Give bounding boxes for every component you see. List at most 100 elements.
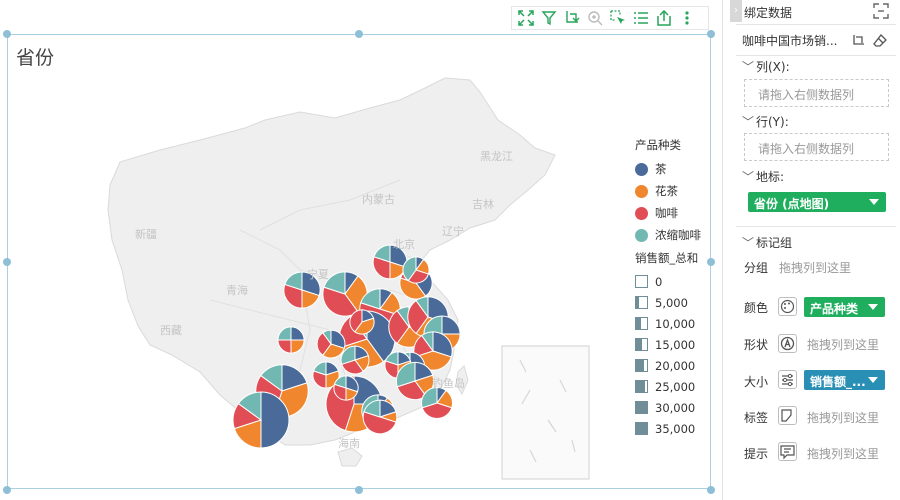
tip-label: 提示 — [744, 447, 769, 461]
swap-fields-icon[interactable] — [872, 2, 890, 20]
size-legend-item: 25,000 — [635, 376, 720, 397]
size-legend-list: 0 5,000 10,000 15,000 20,000 25,000 30,000 35,0… — [635, 271, 720, 439]
geo-field-pill[interactable]: 省份 (点地图) — [748, 192, 886, 212]
legend-item-tea[interactable]: 茶 — [635, 158, 720, 180]
legend-swatch — [635, 206, 648, 220]
legend-label: 咖啡 — [655, 206, 678, 220]
rows-drop-zone[interactable]: 请拖入右侧数据列 — [744, 133, 889, 161]
legend-swatch — [635, 228, 648, 242]
geo-field-label: 省份 (点地图) — [754, 197, 830, 211]
dataset-switch-icon[interactable] — [851, 33, 865, 47]
dashboard-editor: 黑龙江 内蒙古 吉林 新疆 辽宁 北京 宁夏 青海 西藏 钓鱼岛 海南 省份 产… — [0, 0, 900, 500]
size-legend-label: 0 — [655, 274, 663, 289]
size-legend-item: 35,000 — [635, 418, 720, 439]
panel-divider — [736, 24, 896, 25]
size-legend-label: 30,000 — [655, 400, 696, 415]
panel-title: 绑定数据 — [744, 6, 793, 20]
columns-section-header[interactable]: ﹀ 列(X): — [742, 58, 790, 75]
legend-swatch — [635, 162, 648, 176]
resize-handle-bottom-left[interactable] — [3, 486, 11, 494]
shape-drop-zone[interactable]: 拖拽列到这里 — [807, 336, 879, 353]
chevron-down-icon: ﹀ — [742, 115, 755, 129]
more-icon[interactable] — [677, 8, 697, 28]
geo-section-header[interactable]: ﹀ 地标: — [742, 168, 784, 185]
size-field-label: 销售额_... — [810, 375, 866, 389]
palette-icon[interactable] — [778, 297, 797, 316]
chart-canvas[interactable]: 黑龙江 内蒙古 吉林 新疆 辽宁 北京 宁夏 青海 西藏 钓鱼岛 海南 省份 产… — [0, 0, 722, 500]
color-legend-title: 产品种类 — [635, 138, 681, 152]
size-label: 大小 — [744, 375, 769, 389]
resize-handle-top[interactable] — [355, 30, 363, 38]
resize-handle-top-right[interactable] — [707, 30, 715, 38]
columns-label: 列(X): — [756, 60, 790, 74]
caret-down-icon[interactable] — [869, 199, 879, 205]
legend-label: 花茶 — [655, 184, 678, 198]
size-legend-item: 0 — [635, 271, 720, 292]
legend-label: 浓缩咖啡 — [655, 228, 701, 242]
group-label: 分组 — [744, 261, 769, 275]
legend-label: 茶 — [655, 162, 667, 176]
size-legend-label: 25,000 — [655, 379, 696, 394]
resize-handle-bottom-right[interactable] — [707, 486, 715, 494]
dataset-name[interactable]: 咖啡中国市场销... — [742, 32, 837, 49]
panel-divider — [736, 226, 896, 227]
tip-drop-zone[interactable]: 拖拽列到这里 — [807, 445, 879, 462]
chevron-down-icon: ﹀ — [742, 236, 755, 250]
size-legend-swatch — [635, 338, 648, 351]
chevron-down-icon: ﹀ — [742, 60, 755, 74]
eraser-icon[interactable] — [873, 33, 887, 47]
size-legend-swatch — [635, 296, 648, 309]
legend-item-flower-tea[interactable]: 花茶 — [635, 180, 720, 202]
select-icon[interactable] — [608, 8, 628, 28]
resize-handle-left[interactable] — [3, 258, 11, 266]
size-legend-swatch — [635, 275, 648, 288]
size-icon[interactable] — [778, 370, 797, 389]
panel-divider — [736, 55, 896, 56]
size-legend-item: 30,000 — [635, 397, 720, 418]
drill-icon[interactable] — [562, 8, 582, 28]
chart-title: 省份 — [16, 47, 55, 69]
caret-down-icon[interactable] — [868, 304, 878, 310]
size-legend-item: 5,000 — [635, 292, 720, 313]
resize-handle-bottom[interactable] — [355, 486, 363, 494]
fullscreen-icon[interactable] — [516, 8, 536, 28]
legend-item-coffee[interactable]: 咖啡 — [635, 202, 720, 224]
size-legend-label: 15,000 — [655, 337, 696, 352]
size-legend-swatch — [635, 401, 648, 414]
list-icon[interactable] — [631, 8, 651, 28]
size-legend-label: 20,000 — [655, 358, 696, 373]
marks-label: 标记组 — [756, 236, 793, 250]
legend-swatch — [635, 184, 648, 198]
size-legend-label: 5,000 — [655, 295, 688, 310]
tooltip-icon[interactable] — [778, 442, 797, 461]
color-field-label: 产品种类 — [810, 302, 859, 316]
legend-item-espresso[interactable]: 浓缩咖啡 — [635, 224, 720, 246]
size-legend-item: 10,000 — [635, 313, 720, 334]
chart-toolbar — [511, 6, 709, 30]
group-drop-zone[interactable]: 拖拽列到这里 — [779, 259, 851, 276]
export-icon[interactable] — [654, 8, 674, 28]
size-legend-label: 35,000 — [655, 421, 696, 436]
tag-icon[interactable] — [778, 406, 797, 425]
size-legend-swatch — [635, 380, 648, 393]
rows-section-header[interactable]: ﹀ 行(Y): — [742, 113, 789, 130]
color-label: 颜色 — [744, 301, 769, 315]
tag-drop-zone[interactable]: 拖拽列到这里 — [807, 409, 879, 426]
caret-down-icon[interactable] — [868, 377, 878, 383]
marks-section-header[interactable]: ﹀ 标记组 — [742, 234, 792, 251]
columns-drop-zone[interactable]: 请拖入右侧数据列 — [744, 79, 889, 107]
size-field-pill[interactable]: 销售额_... — [804, 370, 885, 390]
filter-icon[interactable] — [539, 8, 559, 28]
chart-selection-frame — [7, 34, 711, 489]
chevron-down-icon: ﹀ — [742, 170, 755, 184]
zoom-icon[interactable] — [585, 8, 605, 28]
tag-label: 标签 — [744, 411, 769, 425]
resize-handle-top-left[interactable] — [3, 30, 11, 38]
color-field-pill[interactable]: 产品种类 — [804, 297, 885, 317]
chart-legend: 产品种类 茶 花茶 咖啡 浓缩咖啡 销售额_总和 0 5,000 10,000 15,… — [635, 137, 720, 439]
size-legend-label: 10,000 — [655, 316, 696, 331]
size-legend-title: 销售额_总和 — [635, 251, 699, 265]
size-legend-item: 20,000 — [635, 355, 720, 376]
shape-icon[interactable] — [778, 334, 797, 353]
panel-collapse-button[interactable]: › — [730, 0, 742, 22]
